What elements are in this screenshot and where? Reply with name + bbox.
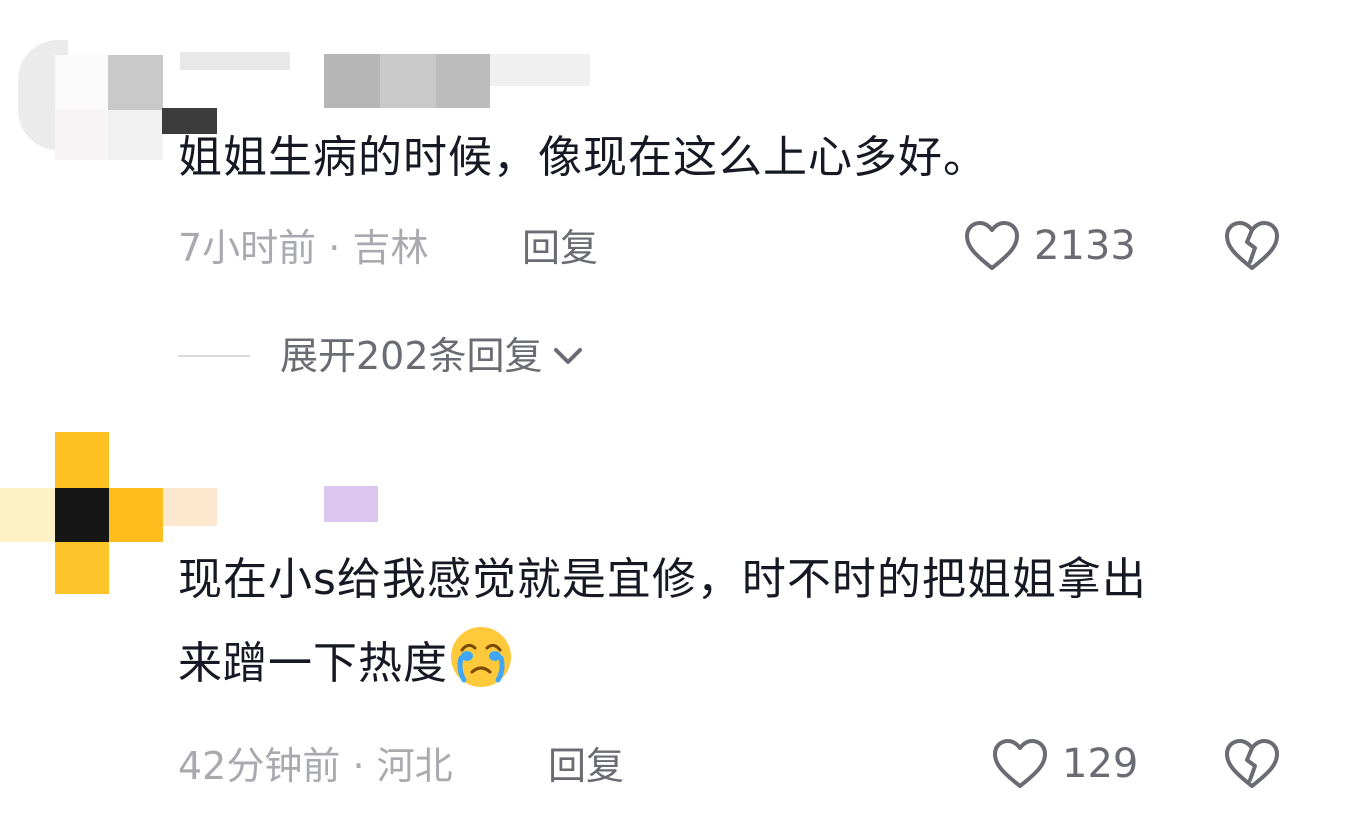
heart-outline-icon — [965, 221, 1019, 270]
avatar[interactable] — [0, 0, 217, 170]
comment-time: 42分钟前 — [178, 744, 341, 788]
username[interactable] — [170, 40, 610, 110]
comment-location: 河北 — [376, 744, 453, 788]
reply-button[interactable]: 回复 — [522, 218, 598, 278]
comment-text-line-2: 来蹭一下热度 — [178, 624, 514, 704]
dislike-button[interactable] — [1222, 734, 1282, 794]
comment-item: 现在小s给我感觉就是宜修，时不时的把姐姐拿出 来蹭一下热度 42分钟前 · 河北… — [0, 420, 1350, 834]
expand-replies-label: 展开202条回复 — [280, 334, 543, 378]
dislike-button[interactable] — [1222, 216, 1282, 276]
like-count: 2133 — [1034, 223, 1136, 269]
divider-line — [178, 355, 250, 357]
reply-button[interactable]: 回复 — [548, 736, 624, 796]
like-button[interactable]: 2133 — [964, 216, 1136, 276]
like-count: 129 — [1062, 741, 1139, 787]
comment-line: 现在小s给我感觉就是宜修，时不时的把姐姐拿出 — [178, 554, 1147, 605]
comment-location: 吉林 — [352, 226, 429, 270]
comment-text: 姐姐生病的时候，像现在这么上心多好。 — [178, 118, 988, 198]
meta-separator: · — [352, 744, 365, 788]
comment-time: 7小时前 — [178, 226, 317, 270]
expand-replies-button[interactable]: 展开202条回复 — [178, 326, 585, 386]
crying-face-emoji — [451, 627, 511, 687]
meta-separator: · — [328, 226, 341, 270]
comment-meta: 7小时前 · 吉林 — [178, 218, 428, 278]
chevron-down-icon — [553, 348, 582, 364]
broken-heart-icon — [1225, 739, 1279, 788]
comment-line: 姐姐生病的时候，像现在这么上心多好。 — [178, 132, 988, 183]
username[interactable] — [320, 486, 380, 526]
like-button[interactable]: 129 — [992, 734, 1138, 794]
heart-outline-icon — [993, 739, 1047, 788]
broken-heart-icon — [1225, 221, 1279, 270]
comment-meta: 42分钟前 · 河北 — [178, 736, 453, 796]
comment-line: 来蹭一下热度 — [178, 638, 448, 689]
comment-item: 姐姐生病的时候，像现在这么上心多好。 7小时前 · 吉林 回复 2133 展开2… — [0, 0, 1350, 400]
comment-text: 现在小s给我感觉就是宜修，时不时的把姐姐拿出 — [178, 540, 1147, 620]
